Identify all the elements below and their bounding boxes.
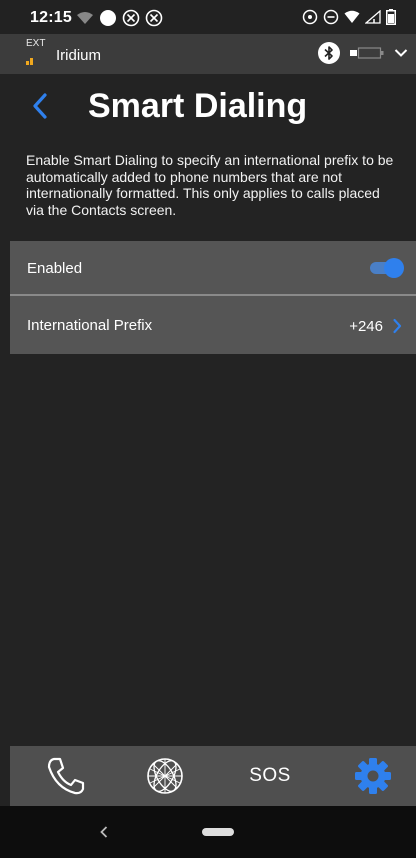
gear-icon <box>355 758 391 794</box>
satellite-signal-icon <box>26 58 33 65</box>
nav-back-icon <box>100 826 108 838</box>
device-status-icons <box>318 42 408 64</box>
back-button[interactable] <box>22 86 58 126</box>
chevron-right-icon <box>393 318 402 334</box>
international-prefix-row[interactable]: International Prefix +246 <box>10 296 416 354</box>
network-name: Iridium <box>56 47 102 64</box>
bottom-tab-bar: SOS <box>10 746 416 806</box>
status-time: 12:15 <box>30 9 72 26</box>
status-notification-icons <box>76 9 163 27</box>
international-prefix-label: International Prefix <box>27 317 153 334</box>
tab-phone[interactable] <box>30 746 100 806</box>
signal-icon <box>365 10 381 24</box>
chevron-down-icon[interactable] <box>394 48 408 58</box>
tab-sos[interactable]: SOS <box>235 746 305 806</box>
sos-label: SOS <box>249 765 291 786</box>
status-bar: 12:15 <box>0 0 416 34</box>
page-header: Smart Dialing <box>0 74 416 138</box>
blocked-icon <box>122 9 140 27</box>
blocked-icon <box>145 9 163 27</box>
nav-back-button[interactable] <box>92 820 116 844</box>
tab-settings[interactable] <box>338 746 408 806</box>
page-title: Smart Dialing <box>88 87 308 125</box>
globe-icon <box>147 758 183 794</box>
dnd-icon <box>323 9 339 25</box>
tab-globe[interactable] <box>130 746 200 806</box>
enabled-toggle[interactable] <box>368 258 404 278</box>
device-info-bar: EXT Iridium <box>0 34 416 74</box>
enabled-row[interactable]: Enabled <box>10 241 416 294</box>
wifi-calling-icon <box>77 12 93 24</box>
system-nav-bar <box>0 806 416 858</box>
phone-icon <box>47 757 85 795</box>
bluetooth-icon <box>318 42 340 64</box>
enabled-label: Enabled <box>27 260 83 277</box>
ext-label: EXT <box>26 38 46 49</box>
international-prefix-value: +246 <box>349 318 383 335</box>
alarm-icon <box>302 9 318 25</box>
nav-home-pill[interactable] <box>202 828 234 836</box>
toggle-thumb <box>384 258 404 278</box>
status-system-icons <box>302 9 396 25</box>
device-battery-icon <box>350 47 384 59</box>
dot-icon <box>100 10 116 26</box>
smart-dialing-description: Enable Smart Dialing to specify an inter… <box>26 152 394 218</box>
battery-icon <box>386 9 396 25</box>
chevron-left-icon <box>33 93 47 119</box>
wifi-icon <box>344 10 360 23</box>
